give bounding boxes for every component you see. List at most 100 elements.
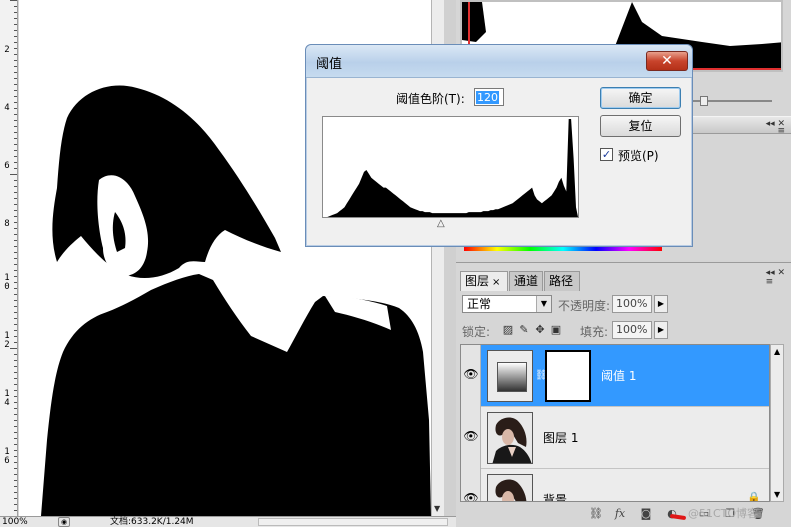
layers-list-scrollbar[interactable]: ▲ ▼ — [770, 344, 784, 502]
lock-transparency-icon[interactable]: ▨ — [502, 324, 514, 336]
blend-mode-select[interactable]: 正常 ▼ — [462, 295, 552, 313]
layer-row-threshold[interactable]: 👁 ⛓ 阈值 1 — [461, 345, 769, 407]
histogram-graph — [323, 119, 578, 217]
zoom-level[interactable]: 100% — [2, 517, 28, 527]
ruler-tick — [14, 264, 17, 265]
layers-list: 👁 ⛓ 阈值 1 👁 图层 1 👁 背景 🔒 — [460, 344, 770, 502]
blend-row: 正常 ▼ 不透明度: 100% ▶ — [462, 293, 786, 315]
layer-row-background[interactable]: 👁 背景 🔒 — [461, 469, 769, 502]
ruler-tick — [14, 246, 17, 247]
fx-icon[interactable]: fx — [612, 506, 628, 522]
ruler-tick — [14, 156, 17, 157]
lock-image-icon[interactable]: ✎ — [518, 324, 530, 336]
opacity-label: 不透明度: — [558, 299, 611, 313]
ruler-label: 1 0 — [4, 273, 10, 292]
adjustment-thumbnail — [487, 350, 533, 402]
ruler-tick — [14, 216, 17, 217]
ruler-tick — [14, 504, 17, 505]
ruler-tick — [14, 312, 17, 313]
ruler-tick — [14, 108, 17, 109]
navigator-zoom-slider[interactable] — [686, 94, 776, 108]
ruler-tick — [14, 444, 17, 445]
link-icon[interactable]: ⛓ — [588, 506, 604, 522]
layer-row-layer-1[interactable]: 👁 图层 1 — [461, 407, 769, 469]
ruler-tick — [14, 468, 17, 469]
preview-checkbox[interactable]: ✓ — [600, 148, 613, 161]
scroll-down-arrow-icon[interactable]: ▼ — [774, 490, 780, 499]
reset-button[interactable]: 复位 — [600, 115, 681, 137]
ruler-tick — [14, 78, 17, 79]
mask-icon[interactable]: ◙ — [638, 506, 654, 522]
ruler-tick — [14, 294, 17, 295]
layer-name: 背景 — [543, 493, 568, 502]
ruler-tick — [14, 90, 17, 91]
ruler-tick — [14, 282, 17, 283]
ruler-tick — [14, 330, 17, 331]
ruler-tick — [14, 276, 17, 277]
fill-field[interactable]: 100% — [612, 321, 652, 339]
ruler-tick — [14, 228, 17, 229]
ruler-tick — [14, 390, 17, 391]
opacity-stepper[interactable]: ▶ — [654, 295, 668, 313]
ruler-tick — [14, 450, 17, 451]
ok-button[interactable]: 确定 — [600, 87, 681, 109]
ruler-tick — [14, 486, 17, 487]
eye-icon[interactable]: 👁 — [463, 367, 479, 381]
layer-name: 阈值 1 — [601, 369, 637, 383]
ruler-tick — [14, 510, 17, 511]
tab-paths-label: 路径 — [549, 274, 574, 288]
ruler-tick — [14, 396, 17, 397]
ruler-tick — [14, 102, 17, 103]
layers-panel-menu-icon[interactable]: ◂◂ ✕ ≡ — [766, 269, 785, 287]
canvas-horizontal-scrollbar[interactable] — [258, 518, 448, 526]
document-size-info: 文档:633.2K/1.24M — [110, 517, 194, 527]
tab-channels[interactable]: 通道 — [509, 271, 543, 291]
ruler-tick — [10, 0, 17, 1]
ruler-tick — [14, 6, 17, 7]
scroll-down-arrow-icon[interactable]: ▼ — [434, 504, 440, 513]
portrait-thumbnail — [488, 475, 532, 501]
opacity-field[interactable]: 100% — [612, 295, 652, 313]
ruler-tick — [14, 48, 17, 49]
ruler-tick — [14, 114, 17, 115]
fill-stepper[interactable]: ▶ — [654, 321, 668, 339]
ruler-tick — [14, 354, 17, 355]
ruler-tick — [14, 96, 17, 97]
dialog-titlebar[interactable]: 阈值 ✕ — [306, 45, 692, 78]
eye-icon[interactable]: 👁 — [463, 491, 479, 501]
zoom-slider-thumb[interactable] — [700, 96, 708, 106]
ruler-label: 1 4 — [4, 389, 10, 408]
chevron-down-icon[interactable]: ▼ — [536, 296, 551, 312]
threshold-level-label: 阈值色阶(T): — [396, 92, 465, 106]
panel-menu-icon[interactable]: ≡ — [777, 126, 785, 136]
ruler-tick — [14, 24, 17, 25]
watermark: @51CTO博客 — [688, 507, 759, 520]
threshold-level-input[interactable]: 120 — [474, 88, 504, 106]
ruler-tick — [14, 426, 17, 427]
close-button[interactable]: ✕ — [646, 51, 688, 71]
layer-mask-thumbnail[interactable] — [545, 350, 591, 402]
lock-icon: 🔒 — [747, 491, 761, 502]
eye-icon[interactable]: 👁 — [463, 429, 479, 443]
ruler-tick — [14, 84, 17, 85]
ruler-tick — [14, 492, 17, 493]
vertical-ruler: 2 4 6 8 1 0 1 2 1 4 1 6 — [0, 0, 18, 516]
lock-position-icon[interactable]: ✥ — [534, 324, 546, 336]
ruler-label: 2 — [4, 45, 10, 55]
ruler-tick — [14, 318, 17, 319]
tab-paths[interactable]: 路径 — [544, 271, 580, 291]
scroll-up-arrow-icon[interactable]: ▲ — [774, 347, 780, 356]
lock-all-icon[interactable]: ▣ — [550, 324, 562, 336]
ruler-tick — [14, 18, 17, 19]
tab-layers[interactable]: 图层 × — [460, 271, 508, 291]
ruler-tick — [14, 360, 17, 361]
ruler-tick — [14, 54, 17, 55]
ruler-tick — [14, 150, 17, 151]
tab-close-icon[interactable]: × — [492, 277, 500, 288]
histogram-shape — [323, 119, 578, 217]
ruler-tick — [14, 372, 17, 373]
status-info-icon[interactable]: ◉ — [58, 517, 70, 527]
ruler-tick — [14, 42, 17, 43]
ruler-tick — [14, 210, 17, 211]
threshold-slider-icon[interactable]: △ — [437, 219, 445, 229]
